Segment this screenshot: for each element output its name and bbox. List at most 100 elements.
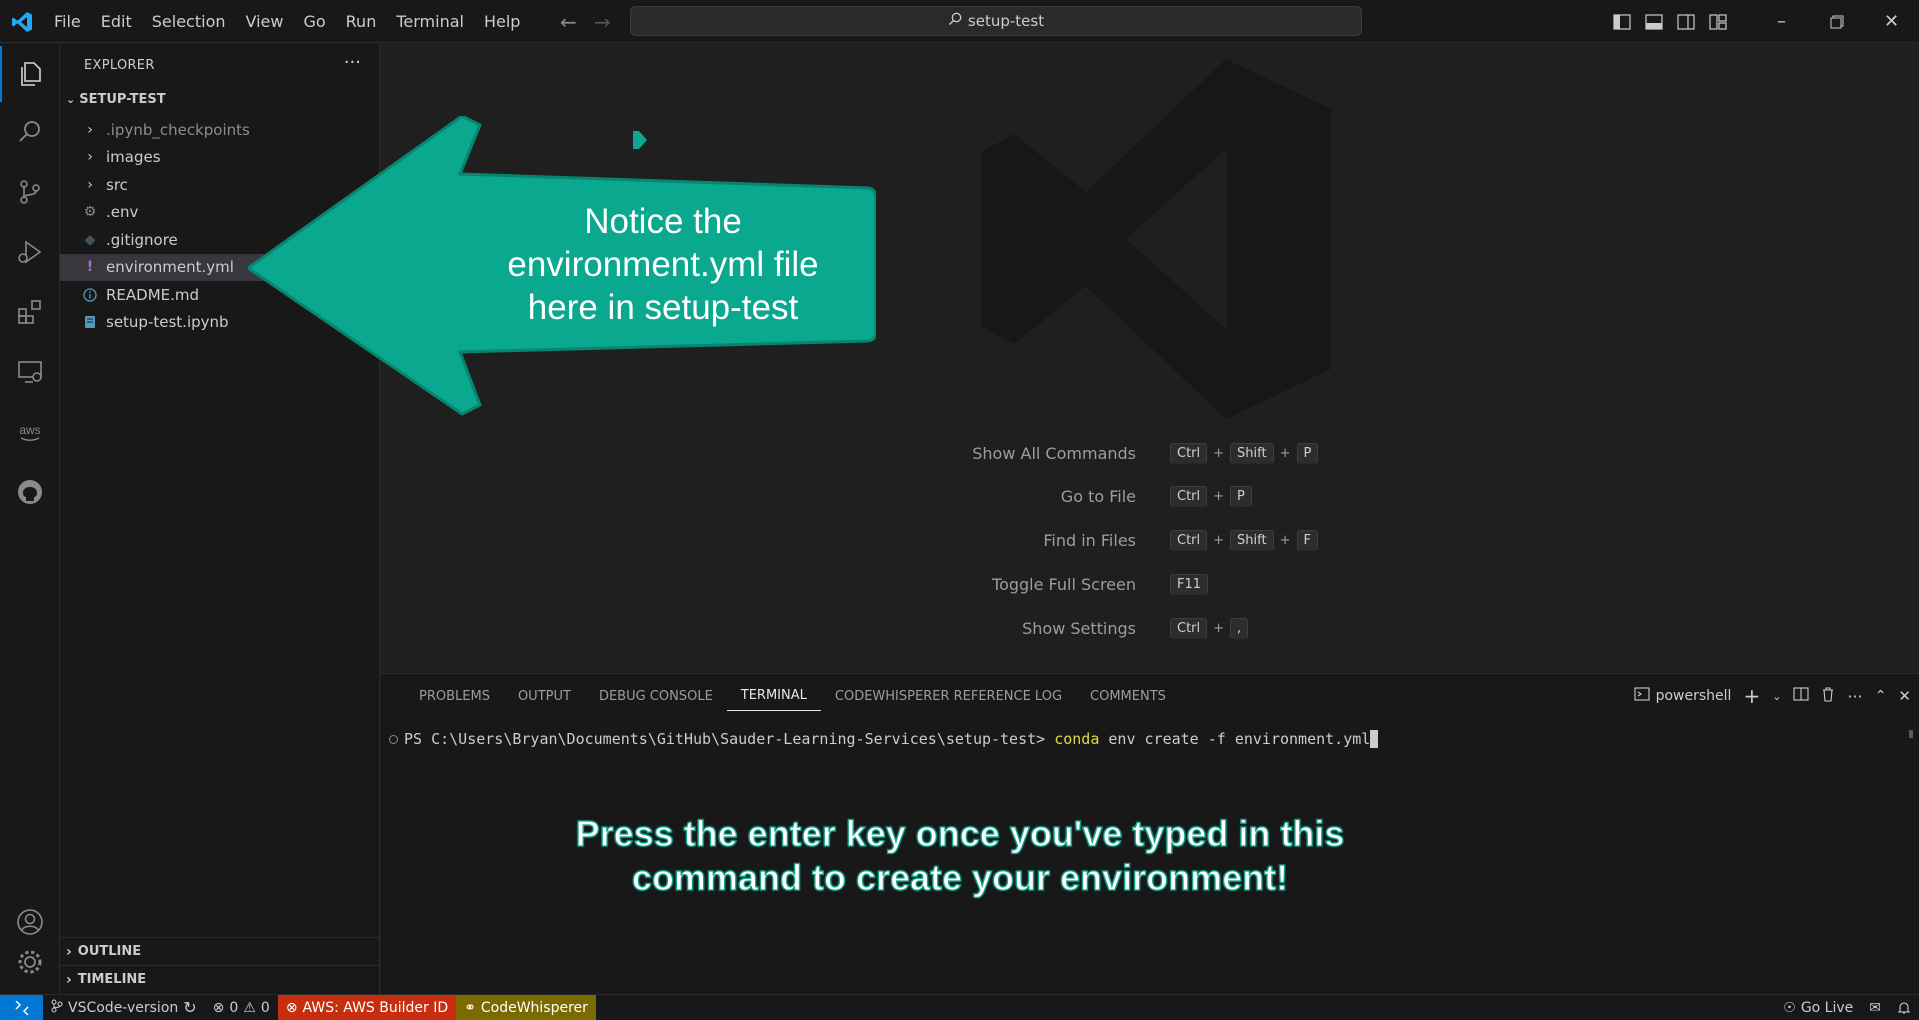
gear-icon: ⚙ — [83, 204, 97, 221]
tab-codewhisperer-reference-log[interactable]: CODEWHISPERER REFERENCE LOG — [821, 674, 1076, 718]
shortcut-find-in-files: Find in Files Ctrl + Shift + F — [381, 527, 1919, 553]
menu-edit[interactable]: Edit — [91, 8, 142, 35]
split-terminal-icon[interactable] — [1793, 686, 1809, 706]
timeline-section[interactable]: › TIMELINE — [60, 965, 380, 993]
chevron-right-icon: › — [66, 971, 72, 988]
link-icon: ⚭ — [464, 999, 476, 1016]
key: Ctrl — [1170, 529, 1208, 551]
aws-connection-status[interactable]: ⊗ AWS: AWS Builder ID — [277, 994, 457, 1020]
activity-bar: aws — [0, 44, 60, 994]
menu-terminal[interactable]: Terminal — [386, 8, 474, 35]
aws-icon[interactable]: aws — [0, 404, 60, 460]
maximize-panel-icon[interactable]: ⌃ — [1875, 688, 1887, 704]
shortcut-label: Toggle Full Screen — [992, 574, 1136, 594]
outline-label: OUTLINE — [77, 944, 142, 959]
back-arrow-icon[interactable]: ← — [560, 10, 577, 34]
shortcut-show-settings: Show Settings Ctrl + , — [381, 615, 1919, 641]
trash-icon[interactable] — [1821, 686, 1835, 706]
tree-item-label: .gitignore — [106, 230, 178, 249]
tab-output[interactable]: OUTPUT — [504, 674, 585, 718]
menu-run[interactable]: Run — [336, 8, 387, 35]
key: , — [1230, 617, 1249, 639]
terminal-name: powershell — [1655, 688, 1732, 704]
github-icon[interactable] — [0, 464, 60, 520]
instruction-note: Press the enter key once you've typed in… — [540, 812, 1380, 900]
warning-icon: ⚠ — [243, 999, 256, 1016]
problems-status[interactable]: ⊗ 0 ⚠ 0 — [205, 995, 278, 1020]
callout-line: Notice the — [584, 202, 742, 241]
workspace-folder[interactable]: ⌄ SETUP-TEST — [66, 92, 166, 107]
chevron-right-icon: › — [66, 943, 72, 960]
search-icon — [948, 12, 962, 30]
add-terminal-icon[interactable]: + — [1743, 684, 1760, 708]
search-view-icon[interactable] — [0, 104, 60, 160]
timeline-label: TIMELINE — [77, 972, 147, 987]
tree-item-label: .env — [106, 203, 139, 222]
feedback-icon[interactable]: ✉ — [1861, 995, 1889, 1020]
tab-problems[interactable]: PROBLEMS — [405, 674, 504, 718]
panel-tabs: PROBLEMS OUTPUT DEBUG CONSOLE TERMINAL C… — [381, 674, 1180, 718]
outline-section[interactable]: › OUTLINE — [60, 937, 380, 965]
source-control-icon[interactable] — [0, 164, 60, 220]
notifications-bell-icon[interactable] — [1889, 995, 1919, 1020]
toggle-primary-sidebar-icon[interactable] — [1606, 0, 1638, 43]
menu-go[interactable]: Go — [293, 8, 335, 35]
status-right: ☉ Go Live ✉ — [1775, 995, 1919, 1020]
git-branch-icon — [51, 998, 63, 1017]
shortcut-label: Go to File — [1060, 486, 1136, 506]
terminal-args: env create -f environment.yml — [1099, 730, 1371, 748]
codewhisperer-status[interactable]: ⚭ CodeWhisperer — [456, 994, 596, 1020]
branch-status[interactable]: VSCode-version ↻ — [43, 995, 205, 1020]
tree-item-label: src — [106, 175, 128, 194]
callout-line: here in setup-test — [527, 288, 799, 327]
key: F — [1296, 529, 1318, 551]
chevron-down-icon[interactable]: ⌄ — [1772, 690, 1781, 703]
tree-item-label: environment.yml — [106, 258, 234, 277]
key: F11 — [1170, 573, 1209, 595]
menu-selection[interactable]: Selection — [142, 8, 236, 35]
branch-name: VSCode-version — [68, 999, 179, 1016]
menu-view[interactable]: View — [236, 8, 294, 35]
note-line: Press the enter key once you've typed in… — [575, 812, 1345, 854]
go-live-button[interactable]: ☉ Go Live — [1775, 995, 1861, 1020]
toggle-secondary-sidebar-icon[interactable] — [1670, 0, 1702, 43]
terminal-selector[interactable]: powershell — [1634, 686, 1732, 706]
terminal-output[interactable]: PS C:\Users\Bryan\Documents\GitHub\Saude… — [389, 730, 1379, 748]
manage-gear-icon[interactable] — [0, 934, 60, 990]
toggle-panel-icon[interactable] — [1638, 0, 1670, 43]
restore-icon[interactable] — [1809, 0, 1864, 43]
run-and-debug-icon[interactable] — [0, 224, 60, 280]
more-actions-icon[interactable]: ··· — [344, 52, 361, 73]
terminal-icon — [1634, 686, 1650, 706]
close-panel-icon[interactable]: ✕ — [1898, 687, 1911, 705]
key: P — [1296, 442, 1319, 464]
vscode-logo-icon — [10, 10, 34, 34]
menu-help[interactable]: Help — [474, 8, 530, 35]
menu-bar: File Edit Selection View Go Run Terminal… — [44, 0, 530, 43]
yaml-icon: ! — [86, 259, 94, 276]
title-bar: File Edit Selection View Go Run Terminal… — [0, 0, 1919, 43]
explorer-icon[interactable] — [0, 46, 60, 102]
terminal-cursor — [1370, 730, 1379, 748]
customize-layout-icon[interactable] — [1702, 0, 1734, 43]
callout-text: Notice the environment.yml file here in … — [478, 200, 848, 329]
remote-indicator-icon[interactable] — [0, 994, 43, 1020]
extensions-icon[interactable] — [0, 284, 60, 340]
more-actions-icon[interactable]: ··· — [1847, 687, 1862, 706]
tab-comments[interactable]: COMMENTS — [1076, 674, 1180, 718]
menu-file[interactable]: File — [44, 8, 91, 35]
remote-explorer-icon[interactable] — [0, 344, 60, 400]
minimize-icon[interactable]: – — [1754, 0, 1809, 43]
forward-arrow-icon[interactable]: → — [594, 10, 611, 34]
tab-debug-console[interactable]: DEBUG CONSOLE — [585, 674, 727, 718]
key: Ctrl — [1170, 485, 1208, 507]
git-icon: ◆ — [84, 231, 96, 248]
tab-terminal[interactable]: TERMINAL — [726, 681, 821, 711]
sync-icon[interactable]: ↻ — [183, 998, 196, 1017]
command-center-search[interactable]: setup-test — [630, 6, 1362, 36]
shortcut-keys: Ctrl + Shift + P — [1170, 442, 1319, 464]
key: Ctrl — [1170, 442, 1208, 464]
close-window-icon[interactable]: ✕ — [1864, 0, 1919, 43]
terminal-scrollbar[interactable] — [1909, 730, 1913, 738]
status-bar: VSCode-version ↻ ⊗ 0 ⚠ 0 ⊗ AWS: AWS Buil… — [0, 994, 1919, 1020]
